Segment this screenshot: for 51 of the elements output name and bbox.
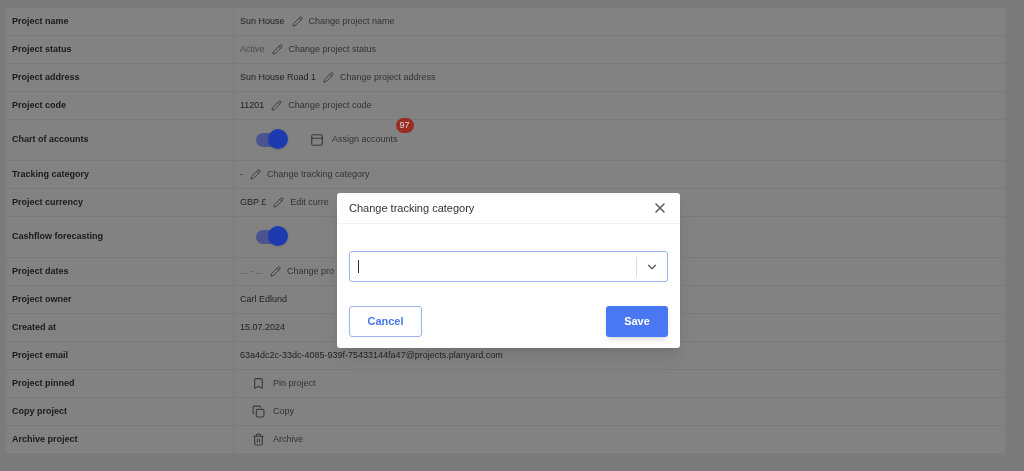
field-value: 15.07.2024 [240,320,286,334]
row-label: Copy project [12,404,67,418]
edit-link[interactable]: Edit curre [273,195,329,210]
field-value: Carl Edlund [240,292,288,306]
edit-link[interactable]: Change project address [323,70,436,85]
row-label: Project code [12,98,67,112]
dialog-title: Change tracking category [349,200,475,216]
pencil-icon [273,197,285,208]
row-label: Project pinned [12,376,75,390]
field-value: 11201 [240,98,265,112]
row-label: Archive project [12,432,78,446]
field-value: Sun House [240,14,285,28]
edit-link[interactable]: Change project code [271,98,372,113]
row-label: Cashflow forecasting [12,230,103,244]
edit-link[interactable]: Change tracking category [250,167,370,182]
pencil-icon [270,266,281,277]
row-label: Chart of accounts [12,133,89,147]
row-label: Project dates [12,264,69,278]
row-label: Project status [12,42,72,56]
field-value: Sun House Road 1 [240,70,317,84]
select-field[interactable] [349,251,668,282]
field-value: 63a4dc2c-33dc-4085-939f-75433144fa47@projects.planyard.com [240,348,503,362]
field-value: - [240,167,243,181]
pencil-icon [250,169,261,180]
bookmark-icon [252,377,265,390]
edit-link[interactable]: Change project status [271,42,377,57]
row-label: Project name [12,14,69,28]
save-button[interactable]: Save [606,306,668,337]
row-label: Created at [12,320,56,334]
action-link[interactable]: Pin project [252,376,316,391]
pencil-icon [323,72,335,83]
row-label: Project address [12,70,80,84]
copy-icon [252,405,265,418]
edit-link[interactable]: Change pro [270,264,335,279]
action-link[interactable]: Copy [252,404,294,419]
count-badge: 97 [395,118,414,133]
field-value: GBP £ [240,195,267,209]
pencil-icon [291,16,303,27]
pencil-icon [271,44,283,55]
row-label: Project owner [12,292,72,306]
window-icon [310,133,324,147]
action-link[interactable]: Archive [252,432,303,447]
row-label: Project email [12,348,69,362]
cancel-button[interactable]: Cancel [349,306,422,337]
edit-link[interactable]: Change project name [291,14,395,29]
pencil-icon [271,100,283,111]
row-label: Tracking category [12,167,90,181]
assign-accounts-button[interactable]: Assign accounts [310,133,398,147]
trash-icon [252,433,265,446]
row-label: Project currency [12,195,84,209]
field-value: ... - ... [240,264,263,278]
